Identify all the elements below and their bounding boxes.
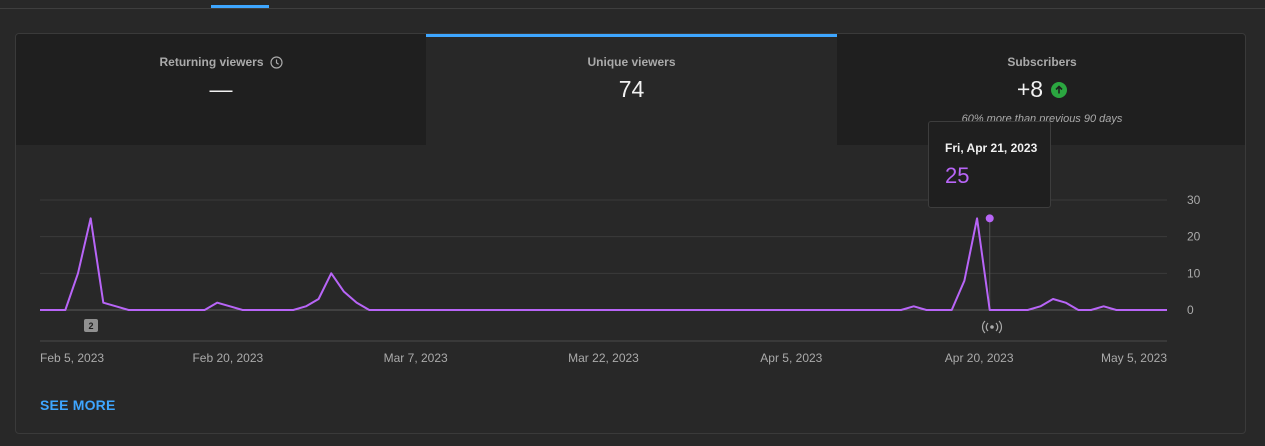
x-tick-label: May 5, 2023 [1101, 351, 1167, 365]
y-tick-label: 30 [1187, 193, 1201, 207]
y-tick-label: 20 [1187, 230, 1201, 244]
views-line-chart: 30 20 10 0 Feb 5, 2023 Feb 20, 2023 Mar 7, 202… [40, 193, 1201, 365]
y-tick-label: 0 [1187, 303, 1194, 317]
broadcast-icon [990, 325, 994, 329]
x-tick-label: Apr 20, 2023 [945, 351, 1014, 365]
x-tick-label: Feb 5, 2023 [40, 351, 104, 365]
tooltip-value: 25 [945, 163, 970, 188]
x-tick-label: Mar 7, 2023 [384, 351, 448, 365]
highlight-point [985, 214, 994, 223]
x-tick-label: Mar 22, 2023 [568, 351, 639, 365]
y-tick-label: 10 [1187, 266, 1201, 280]
marker-badge-count: 2 [88, 321, 93, 331]
x-tick-label: Feb 20, 2023 [192, 351, 263, 365]
chart-tooltip: Fri, Apr 21, 2023 25 [928, 121, 1051, 208]
series-line [40, 217, 1167, 311]
x-tick-label: Apr 5, 2023 [760, 351, 822, 365]
tooltip-date: Fri, Apr 21, 2023 [945, 141, 1038, 155]
see-more-link[interactable]: SEE MORE [40, 397, 116, 413]
